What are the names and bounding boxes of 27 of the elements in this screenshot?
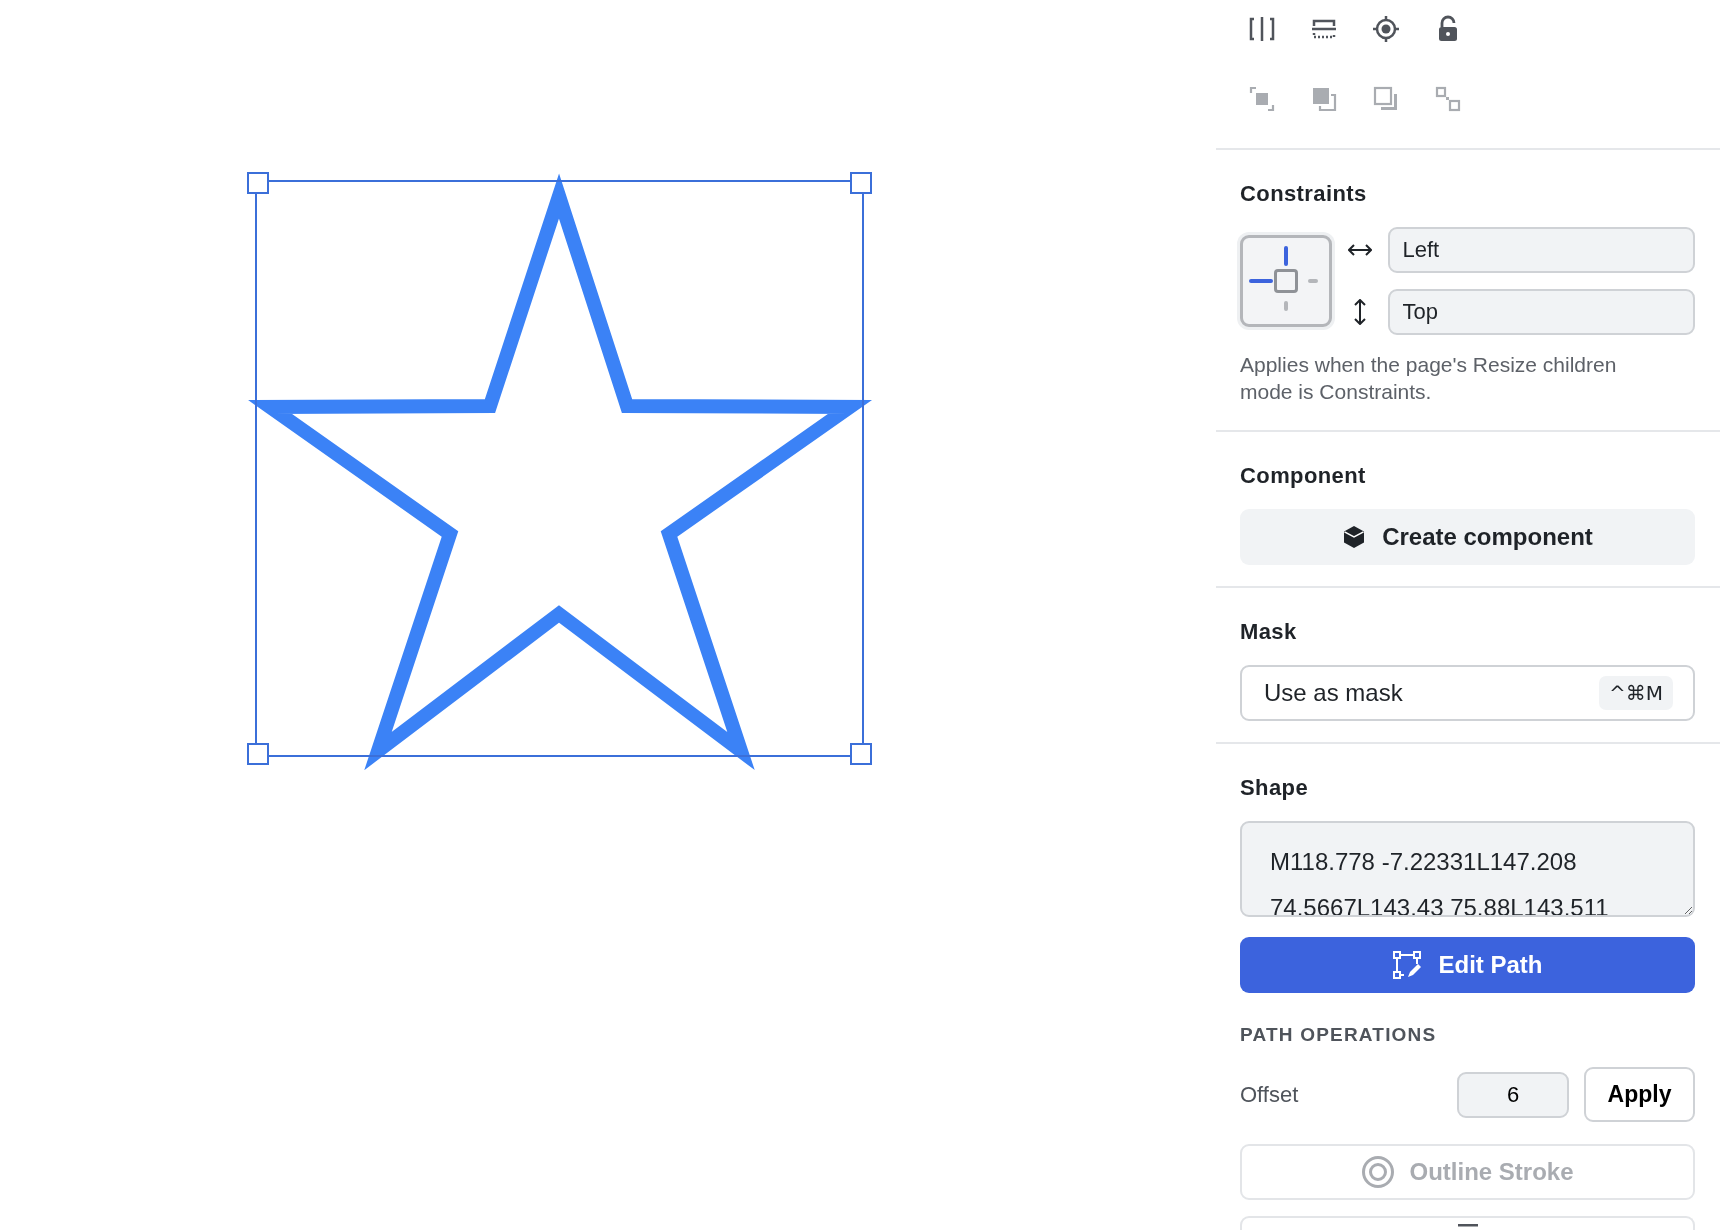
resize-handle[interactable]: [247, 172, 269, 194]
constraint-anchor: [1274, 269, 1298, 293]
section-title: Component: [1240, 461, 1367, 490]
apply-button[interactable]: Apply: [1584, 1067, 1695, 1123]
constraint-line[interactable]: [1249, 279, 1273, 283]
constraint-widget[interactable]: [1240, 235, 1332, 327]
create-component-button[interactable]: Create component: [1240, 508, 1695, 565]
use-as-mask-button[interactable]: Use as mask ^⌘M: [1240, 664, 1695, 721]
constraint-line[interactable]: [1284, 246, 1288, 266]
section-title: Constraints: [1240, 180, 1368, 208]
help-text: Applies when the page's Resize children mode is Constraints.: [1240, 352, 1618, 406]
vertical-arrow-icon: [1354, 299, 1367, 325]
section-title: Shape: [1240, 773, 1310, 802]
concentric-circles-icon: [1361, 1155, 1396, 1190]
horizontal-arrow-icon: [1348, 244, 1373, 256]
horizontal-constraint-field[interactable]: Left: [1388, 227, 1695, 273]
offset-label: Offset: [1240, 1081, 1300, 1110]
resize-handle[interactable]: [850, 172, 872, 194]
offset-field[interactable]: 6: [1457, 1071, 1569, 1118]
section-title: PATH OPERATIONS: [1240, 1022, 1438, 1047]
resize-handle[interactable]: [247, 743, 269, 765]
resize-handle[interactable]: [850, 743, 872, 765]
section-title: Mask: [1240, 617, 1298, 646]
edit-path-button[interactable]: Edit Path: [1240, 936, 1695, 993]
vertical-constraint-field[interactable]: Top: [1388, 289, 1695, 335]
cube-icon: [1342, 524, 1367, 549]
shortcut-label: ^⌘M: [1599, 675, 1673, 710]
